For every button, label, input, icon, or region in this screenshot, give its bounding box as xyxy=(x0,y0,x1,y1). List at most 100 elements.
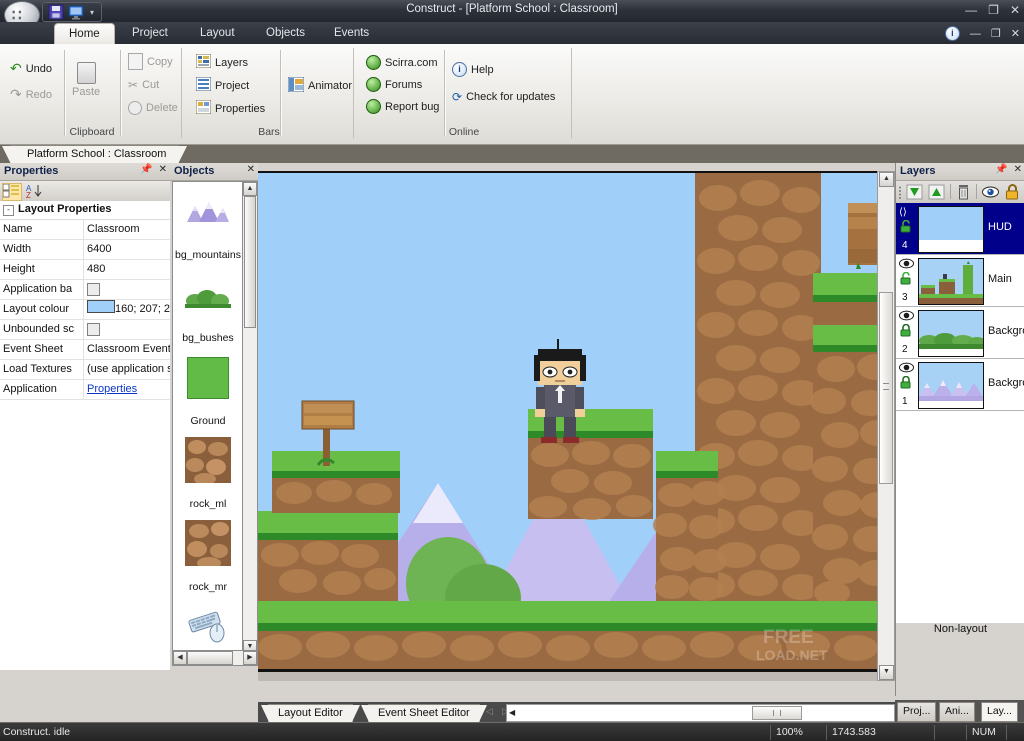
property-value[interactable] xyxy=(84,280,170,299)
tab-events[interactable]: Events xyxy=(320,22,383,44)
undo-button[interactable]: ↶ Undo xyxy=(10,60,52,77)
layer-toggles[interactable]: 2 xyxy=(898,309,916,356)
pin-icon[interactable]: 📌 xyxy=(140,164,152,175)
tab-layout-editor[interactable]: Layout Editor xyxy=(261,704,360,722)
scroll-left-icon[interactable]: ◀ xyxy=(173,651,187,665)
property-row-event-sheet[interactable]: Event Sheet Classroom Event xyxy=(0,340,170,360)
close-icon[interactable]: ✕ xyxy=(247,164,255,175)
scrollbar-thumb[interactable] xyxy=(187,651,233,665)
paste-button[interactable]: Paste xyxy=(72,62,100,98)
list-item[interactable]: ⟨⟩ 4 HUD xyxy=(896,203,1024,255)
property-value[interactable]: Classroom Event xyxy=(84,340,170,359)
copy-button[interactable]: Copy xyxy=(128,53,173,70)
tab-home[interactable]: Home xyxy=(54,23,115,45)
layer-visible-icon[interactable] xyxy=(899,258,914,272)
alphabetical-icon[interactable]: AZ xyxy=(26,183,44,200)
close-icon[interactable]: ✕ xyxy=(159,164,167,175)
objects-list[interactable]: bg_mountains bg_bushes Ground rock_ml ro… xyxy=(172,181,244,655)
delete-layer-icon[interactable] xyxy=(956,184,973,200)
property-row-name[interactable]: Name Classroom xyxy=(0,220,170,240)
tab-project[interactable]: Project xyxy=(118,22,182,44)
layer-hidden-icon[interactable]: ⟨⟩ xyxy=(899,206,913,220)
properties-bar-button[interactable]: Properties xyxy=(195,99,265,117)
layer-lock-icon[interactable] xyxy=(1004,184,1021,200)
layer-locked-icon[interactable] xyxy=(899,323,913,340)
properties-group-header[interactable]: - Layout Properties xyxy=(0,201,170,220)
property-row-width[interactable]: Width 6400 xyxy=(0,240,170,260)
tab-event-sheet-editor[interactable]: Event Sheet Editor xyxy=(361,704,487,722)
forums-link-button[interactable]: Forums xyxy=(366,77,422,92)
list-item[interactable]: bg_mountains xyxy=(173,188,243,265)
layers-list[interactable]: ⟨⟩ 4 HUD 3 Main 2 Backgr 1 Backgr xyxy=(896,203,1024,623)
layer-unlocked-icon[interactable] xyxy=(899,271,913,288)
minimize-button[interactable]: — xyxy=(965,3,977,17)
layer-locked-icon[interactable] xyxy=(899,375,913,392)
redo-button[interactable]: ↷ Redo xyxy=(10,86,52,103)
colour-swatch[interactable] xyxy=(87,300,115,313)
list-item[interactable]: Ground xyxy=(173,354,243,431)
layer-name[interactable]: Main xyxy=(988,273,1012,285)
property-value[interactable]: (use application s xyxy=(84,360,170,379)
property-value[interactable] xyxy=(84,320,170,339)
project-bar-button[interactable]: Project xyxy=(195,76,249,94)
group-expander-icon[interactable]: - xyxy=(3,205,14,216)
scroll-down-icon[interactable]: ▼ xyxy=(879,665,894,680)
list-item[interactable]: bg_bushes xyxy=(173,271,243,348)
help-button[interactable]: i Help xyxy=(452,62,494,77)
dock-button-animator[interactable]: Ani... xyxy=(939,702,975,722)
tab-objects[interactable]: Objects xyxy=(252,22,319,44)
ribbon-restore-button[interactable]: ❐ xyxy=(991,27,1001,40)
ribbon-minimize-button[interactable]: — xyxy=(970,28,981,40)
layer-name[interactable]: Backgro xyxy=(988,325,1024,337)
delete-button[interactable]: Delete xyxy=(128,101,178,115)
layer-visible-icon[interactable] xyxy=(899,310,914,324)
report-bug-button[interactable]: Report bug xyxy=(366,99,439,114)
layer-toggles[interactable]: 3 xyxy=(898,257,916,304)
layer-unlocked-icon[interactable] xyxy=(899,219,913,236)
layer-visible-icon[interactable] xyxy=(899,362,914,376)
checkbox[interactable] xyxy=(87,323,100,336)
layer-toggles[interactable]: 1 xyxy=(898,361,916,408)
property-row-layout-colour[interactable]: Layout colour 160; 207; 25 xyxy=(0,300,170,320)
move-layer-up-icon[interactable] xyxy=(928,184,945,200)
restore-button[interactable]: ❐ xyxy=(988,3,999,17)
close-button[interactable]: ✕ xyxy=(1010,3,1020,17)
scrollbar-thumb[interactable] xyxy=(752,706,802,720)
layout-canvas[interactable]: FREE LOAD.NET xyxy=(258,171,878,681)
layout-scene[interactable]: FREE LOAD.NET xyxy=(258,173,878,681)
application-properties-link[interactable]: Properties xyxy=(87,383,137,395)
cut-button[interactable]: ✂ Cut xyxy=(128,78,159,92)
layer-visibility-icon[interactable] xyxy=(982,184,999,200)
property-value[interactable]: Properties xyxy=(84,380,170,399)
scrollbar-thumb[interactable] xyxy=(244,196,256,328)
property-value[interactable]: 480 xyxy=(84,260,170,279)
layers-bar-button[interactable]: Layers xyxy=(195,53,248,71)
layer-name[interactable]: HUD xyxy=(988,221,1012,233)
list-item[interactable]: 2 Backgro xyxy=(896,307,1024,359)
property-row-application-bar[interactable]: Application ba xyxy=(0,280,170,300)
property-row-load-textures[interactable]: Load Textures (use application s xyxy=(0,360,170,380)
scroll-right-icon[interactable]: ▶ xyxy=(243,651,257,665)
layer-name[interactable]: Backgro xyxy=(988,377,1024,389)
objects-vertical-scrollbar[interactable]: ▲ ▼ xyxy=(242,181,258,655)
document-tab-classroom[interactable]: Platform School : Classroom xyxy=(1,145,188,164)
about-info-icon[interactable]: i xyxy=(944,26,960,41)
check-updates-button[interactable]: ⟳ Check for updates xyxy=(452,90,555,104)
property-value[interactable]: 6400 xyxy=(84,240,170,259)
list-item[interactable]: rock_mr xyxy=(173,520,243,597)
dock-button-layers[interactable]: Lay... xyxy=(981,702,1018,722)
property-value[interactable]: 160; 207; 25 xyxy=(84,300,170,319)
scroll-up-icon[interactable]: ▲ xyxy=(879,172,894,187)
dock-button-project[interactable]: Proj... xyxy=(897,702,937,722)
pin-icon[interactable]: 📌 xyxy=(995,164,1007,175)
list-item[interactable]: 3 Main xyxy=(896,255,1024,307)
list-item[interactable]: rock_ml xyxy=(173,437,243,514)
move-layer-down-icon[interactable] xyxy=(906,184,923,200)
scroll-left-icon[interactable]: ◀ xyxy=(509,708,515,717)
animator-bar-button[interactable]: Animator xyxy=(287,76,352,95)
property-row-height[interactable]: Height 480 xyxy=(0,260,170,280)
list-item[interactable]: 1 Backgro xyxy=(896,359,1024,411)
tab-layout[interactable]: Layout xyxy=(186,22,249,44)
categorized-icon[interactable] xyxy=(2,183,22,201)
list-item[interactable]: MouseKeyb... xyxy=(173,603,243,654)
